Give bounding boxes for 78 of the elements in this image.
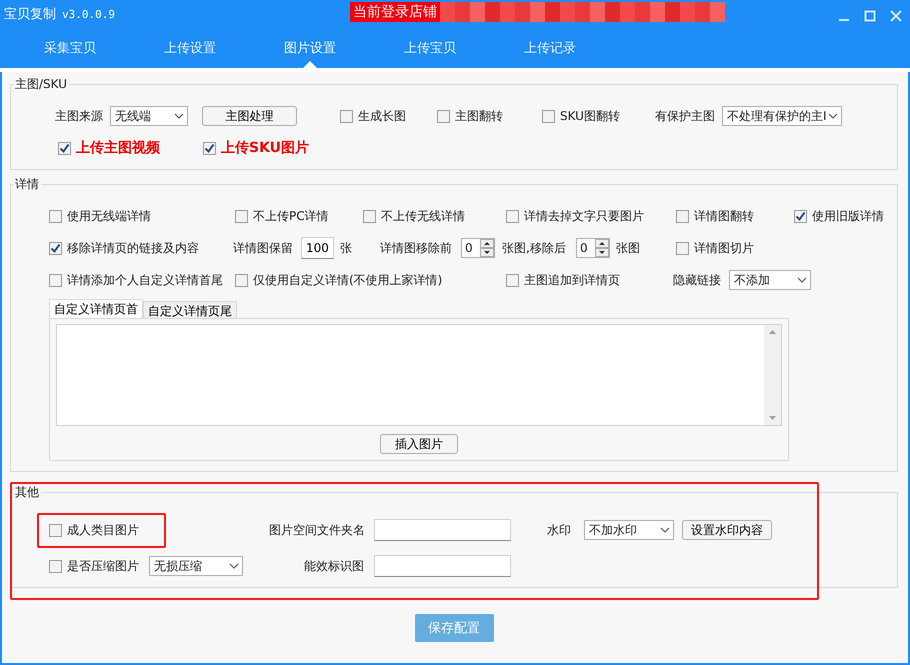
close-icon[interactable] <box>890 10 902 22</box>
input-field[interactable] <box>374 519 511 541</box>
checkbox[interactable] <box>506 210 519 222</box>
checkbox[interactable] <box>340 110 353 122</box>
section-title: 详情 <box>13 176 41 193</box>
checkbox[interactable] <box>49 210 62 222</box>
checkbox-label: SKU图翻转 <box>560 108 620 124</box>
checkbox[interactable] <box>506 274 519 286</box>
action-button[interactable]: 设置水印内容 <box>682 520 772 540</box>
field-label: 有保护主图 <box>655 108 715 124</box>
checkbox-label: 不上传无线详情 <box>381 208 465 224</box>
spin-arrows-icon[interactable] <box>595 239 609 257</box>
checkbox-label: 仅使用自定义详情(不使用上家详情) <box>253 272 442 288</box>
number-spinner[interactable]: 0 <box>576 238 610 258</box>
window-title: 宝贝复制 <box>4 6 56 23</box>
dropdown-caret-icon <box>660 527 670 533</box>
field-label: 张图 <box>616 240 640 256</box>
checkbox-label: 上传SKU图片 <box>221 139 310 157</box>
dropdown[interactable]: 无线端 <box>110 106 188 126</box>
checkbox[interactable] <box>235 274 248 286</box>
editor-tab[interactable]: 自定义详情页首 <box>49 299 143 318</box>
checkbox[interactable] <box>676 242 689 254</box>
checkbox-label: 详情图翻转 <box>694 208 754 224</box>
field-label: 张图,移除后 <box>502 240 566 256</box>
checkbox-label: 生成长图 <box>358 108 406 124</box>
checkbox-label: 详情去掉文字只要图片 <box>524 208 644 224</box>
field-label: 隐藏链接 <box>673 272 721 288</box>
checkbox[interactable] <box>49 524 62 536</box>
checkbox-label: 上传主图视频 <box>76 139 160 157</box>
version-label: v3.0.0.9 <box>62 8 115 20</box>
checkbox[interactable] <box>49 242 62 254</box>
field-label: 主图来源 <box>55 108 103 124</box>
input-field[interactable]: 100 <box>301 237 334 259</box>
checkbox[interactable] <box>49 560 62 572</box>
dropdown-caret-icon <box>174 113 184 119</box>
checkbox[interactable] <box>542 110 555 122</box>
dropdown-caret-icon <box>797 277 807 283</box>
field-label: 能效标识图 <box>304 558 364 574</box>
checkbox-label: 主图追加到详情页 <box>524 272 620 288</box>
spin-arrows-icon[interactable] <box>480 239 494 257</box>
checkbox[interactable] <box>676 210 689 222</box>
field-label: 张 <box>340 240 352 256</box>
checkbox-label: 是否压缩图片 <box>67 558 139 574</box>
checkbox[interactable] <box>235 210 248 222</box>
scrollbar[interactable] <box>764 325 781 425</box>
dropdown[interactable]: 不处理有保护的主I <box>722 106 842 126</box>
field-label: 详情图移除前 <box>380 240 452 256</box>
dropdown[interactable]: 不添加 <box>729 270 811 290</box>
checkbox[interactable] <box>437 110 450 122</box>
input-field[interactable] <box>374 555 511 577</box>
checkbox[interactable] <box>58 142 71 154</box>
shop-label: 当前登录店铺 <box>350 2 440 22</box>
maximize-icon[interactable] <box>864 10 876 22</box>
action-button[interactable]: 主图处理 <box>202 106 297 126</box>
checkbox-label: 移除详情页的链接及内容 <box>67 240 199 256</box>
field-label: 图片空间文件夹名 <box>269 522 365 538</box>
text-area[interactable] <box>56 324 782 426</box>
checkbox[interactable] <box>363 210 376 222</box>
checkbox-label: 详情图切片 <box>694 240 754 256</box>
section-title: 其他 <box>13 484 41 501</box>
dropdown[interactable]: 不加水印 <box>584 520 674 540</box>
checkbox-label: 成人类目图片 <box>67 522 139 538</box>
checkbox[interactable] <box>49 274 62 286</box>
editor-tab[interactable]: 自定义详情页尾 <box>143 301 237 318</box>
checkbox-label: 使用旧版详情 <box>812 208 884 224</box>
number-spinner[interactable]: 0 <box>461 238 495 258</box>
field-label: 详情图保留 <box>233 240 293 256</box>
checkbox[interactable] <box>794 210 807 222</box>
checkbox-label: 详情添加个人自定义详情首尾 <box>67 272 223 288</box>
field-label: 水印 <box>547 522 571 538</box>
dropdown-caret-icon <box>229 563 239 569</box>
insert-image-button[interactable]: 插入图片 <box>380 434 458 454</box>
checkbox[interactable] <box>203 142 216 154</box>
checkbox-label: 使用无线端详情 <box>67 208 151 224</box>
dropdown[interactable]: 无损压缩 <box>149 556 243 576</box>
checkbox-label: 主图翻转 <box>455 108 503 124</box>
dropdown-caret-icon <box>828 113 838 119</box>
checkbox-label: 不上传PC详情 <box>253 208 329 224</box>
